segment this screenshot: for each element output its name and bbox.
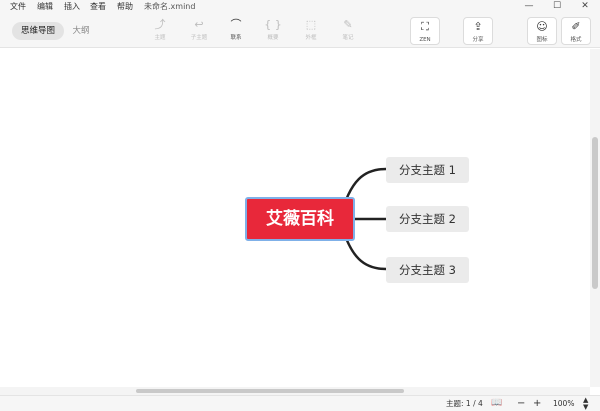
boundary-label: 外框 [305,35,317,41]
stepper-down-icon[interactable]: ▼ [583,404,588,411]
status-bar: 主题: 1 / 4 📖 − + 100% ▲ ▼ [0,395,600,411]
vertical-scrollbar[interactable] [590,49,600,387]
branch-topic-3[interactable]: 分支主题 3 [386,257,469,283]
format-panel-button[interactable]: ✐ 格式 [561,17,591,45]
topic-count: 主题: 1 / 4 [446,399,483,408]
topic-button[interactable]: ⤴ 主题 [145,16,175,46]
central-topic[interactable]: 艾薇百科 [245,197,355,241]
horizontal-scroll-thumb[interactable] [136,389,404,393]
menu-help[interactable]: 帮助 [117,2,133,12]
share-label: 分享 [472,37,484,43]
relationship-icon: ⌒ [230,18,242,31]
topic-label: 主题 [154,35,166,41]
toolbar: 思维导图 大纲 ⤴ 主题 ↩ 子主题 ⌒ 联系 { } 概要 ⬚ 外框 ✎ 笔记… [0,14,600,48]
icon-panel-label: 图标 [536,37,548,43]
zen-mode-button[interactable]: ⛶ ZEN [410,17,440,45]
share-button[interactable]: ⇪ 分享 [463,17,493,45]
smiley-icon: ☺ [536,20,548,33]
icon-panel-button[interactable]: ☺ 图标 [527,17,557,45]
add-topic-icon: ⤴ [154,18,166,31]
zoom-in-button[interactable]: + [533,397,541,410]
branch-topic-1[interactable]: 分支主题 1 [386,157,469,183]
menu-bar: 文件 编辑 插入 查看 帮助 未命名.xmind — ☐ ✕ [0,0,600,14]
brush-icon: ✐ [571,20,581,33]
boundary-icon: ⬚ [305,18,317,31]
branch-topic-2[interactable]: 分支主题 2 [386,206,469,232]
tab-outline[interactable]: 大纲 [66,22,96,40]
vertical-scroll-thumb[interactable] [592,137,598,289]
relationship-button[interactable]: ⌒ 联系 [221,16,251,46]
document-title: 未命名.xmind [144,2,196,11]
minimize-button[interactable]: — [518,0,540,14]
notes-icon: ✎ [343,18,353,31]
summary-button[interactable]: { } 概要 [258,16,288,46]
close-button[interactable]: ✕ [574,0,596,14]
book-icon[interactable]: 📖 [491,398,502,409]
share-icon: ⇪ [473,20,483,33]
tab-mindmap[interactable]: 思维导图 [12,22,64,40]
notes-button[interactable]: ✎ 笔记 [333,16,363,46]
menu-view[interactable]: 查看 [90,2,106,12]
zoom-stepper[interactable]: ▲ ▼ [583,397,588,411]
format-panel-label: 格式 [570,37,582,43]
horizontal-scrollbar[interactable] [0,387,590,395]
subtopic-button[interactable]: ↩ 子主题 [184,16,214,46]
fullscreen-icon: ⛶ [421,20,429,33]
summary-label: 概要 [267,35,279,41]
add-subtopic-icon: ↩ [194,18,204,31]
menu-file[interactable]: 文件 [10,2,26,12]
summary-brace-icon: { } [264,18,282,31]
menu-insert[interactable]: 插入 [64,2,80,12]
subtopic-label: 子主题 [190,35,208,41]
relationship-label: 联系 [230,35,242,41]
maximize-button[interactable]: ☐ [546,0,568,14]
zoom-level: 100% [553,399,575,408]
boundary-button[interactable]: ⬚ 外框 [296,16,326,46]
notes-label: 笔记 [342,35,354,41]
zen-label: ZEN [419,37,431,43]
menu-edit[interactable]: 编辑 [37,2,53,12]
zoom-out-button[interactable]: − [517,397,525,410]
